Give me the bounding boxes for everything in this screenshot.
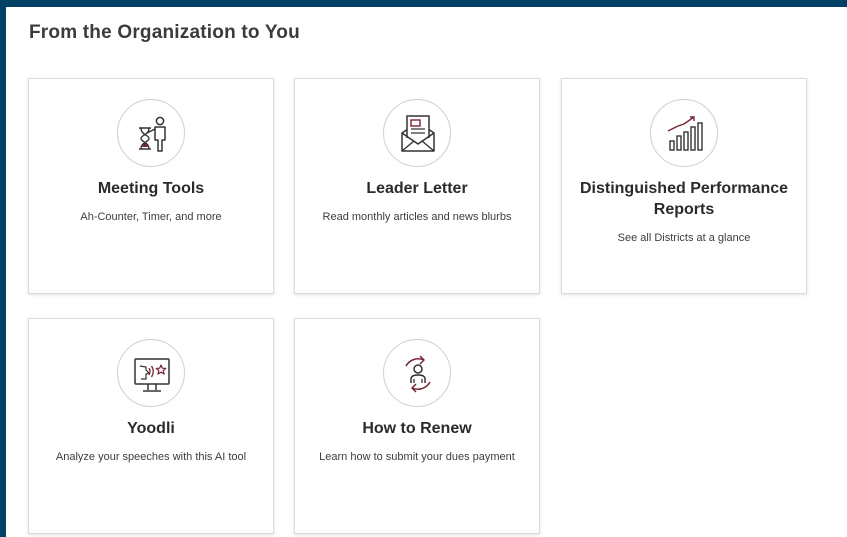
monitor-speech-star-icon: [117, 339, 185, 407]
card-description: Read monthly articles and news blurbs: [322, 211, 512, 223]
card-meeting-tools[interactable]: Meeting Tools Ah-Counter, Timer, and mor…: [28, 78, 274, 294]
card-description: See all Districts at a glance: [617, 232, 751, 244]
envelope-letter-icon: [383, 99, 451, 167]
card-distinguished-performance-reports[interactable]: Distinguished Performance Reports See al…: [561, 78, 807, 294]
card-description: Learn how to submit your dues payment: [319, 451, 515, 463]
card-title: How to Renew: [362, 420, 472, 437]
card-title: Leader Letter: [366, 180, 468, 197]
section-title: From the Organization to You: [29, 22, 300, 43]
card-description: Analyze your speeches with this AI tool: [55, 451, 247, 463]
card-how-to-renew[interactable]: How to Renew Learn how to submit your du…: [294, 318, 540, 534]
page-frame: From the Organization to You Meeting Too…: [6, 7, 847, 537]
card-yoodli[interactable]: Yoodli Analyze your speeches with this A…: [28, 318, 274, 534]
hourglass-presenter-icon: [117, 99, 185, 167]
renew-person-cycle-icon: [383, 339, 451, 407]
bar-chart-trend-icon: [650, 99, 718, 167]
card-title: Distinguished Performance Reports: [579, 180, 789, 218]
card-leader-letter[interactable]: Leader Letter Read monthly articles and …: [294, 78, 540, 294]
card-description: Ah-Counter, Timer, and more: [80, 211, 222, 223]
card-title: Yoodli: [127, 420, 175, 437]
card-title: Meeting Tools: [97, 180, 205, 197]
